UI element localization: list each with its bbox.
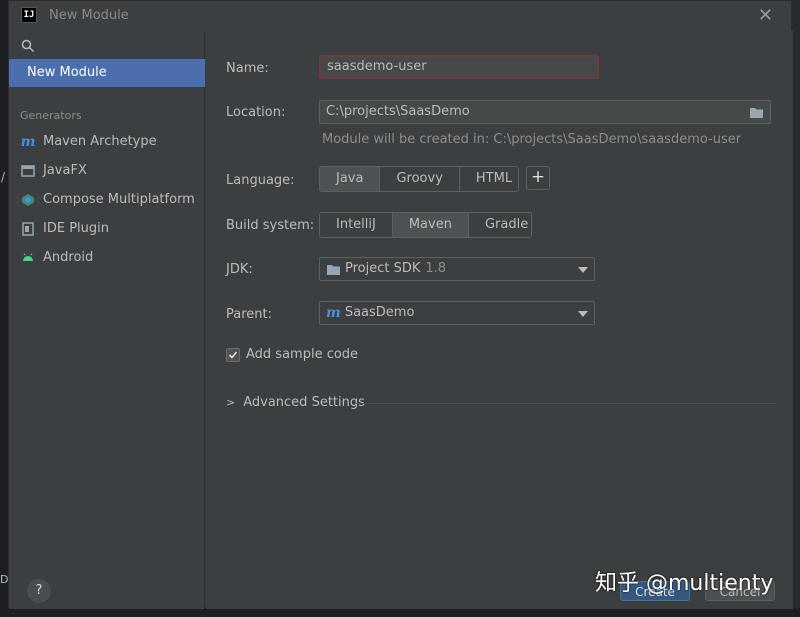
chevron-down-icon: [578, 311, 588, 317]
sidebar-item-ide-plugin[interactable]: IDE Plugin: [20, 218, 109, 240]
name-label: Name:: [226, 61, 269, 76]
folder-icon[interactable]: [749, 105, 764, 127]
advanced-settings-toggle[interactable]: > Advanced Settings: [226, 395, 365, 410]
jdk-dropdown[interactable]: Project SDK 1.8: [319, 257, 595, 281]
sidebar-item-android[interactable]: Android: [20, 247, 93, 269]
help-button[interactable]: ?: [27, 579, 51, 603]
language-option-html[interactable]: HTML: [459, 167, 518, 191]
sidebar-item-compose-multiplatform[interactable]: Compose Multiplatform: [20, 189, 195, 211]
watermark: 知乎 @multienty: [595, 571, 774, 596]
background-ide-strip: / D: [0, 0, 8, 617]
language-option-java[interactable]: Java: [320, 167, 381, 191]
language-label: Language:: [226, 173, 295, 188]
parent-dropdown[interactable]: m SaasDemo: [319, 301, 595, 325]
maven-icon: m: [20, 134, 36, 150]
name-input[interactable]: saasdemo-user: [319, 55, 599, 79]
advanced-settings-label: Advanced Settings: [243, 395, 365, 410]
android-icon: [20, 250, 36, 266]
jdk-value: Project SDK: [345, 261, 421, 276]
sidebar: New Module Generators m Maven Archetype …: [9, 31, 205, 609]
divider: [356, 403, 776, 404]
sidebar-item-label: IDE Plugin: [43, 221, 109, 236]
sidebar-item-new-module[interactable]: New Module: [9, 59, 205, 87]
folder-icon: [326, 263, 341, 276]
chevron-down-icon: [578, 267, 588, 273]
maven-icon: m: [326, 305, 341, 321]
language-selector: Java Groovy HTML: [319, 166, 519, 192]
search-icon: [21, 39, 35, 53]
intellij-icon: IJ: [21, 7, 37, 23]
location-value: C:\projects\SaasDemo: [326, 104, 470, 119]
module-form: Name: saasdemo-user Location: C:\project…: [206, 31, 793, 609]
location-input[interactable]: C:\projects\SaasDemo: [319, 100, 771, 124]
background-ide-bottom: [0, 608, 800, 617]
generators-header: Generators: [20, 109, 82, 122]
checkbox-box: [226, 347, 240, 362]
location-label: Location:: [226, 105, 286, 120]
new-module-dialog: IJ New Module ✕ New Module Generators m …: [8, 0, 793, 609]
add-sample-code-label: Add sample code: [246, 347, 359, 362]
title-bar: IJ New Module ✕: [9, 1, 791, 31]
parent-label: Parent:: [226, 307, 272, 322]
javafx-icon: [20, 163, 36, 179]
sidebar-item-label: Compose Multiplatform: [43, 192, 195, 207]
build-option-gradle[interactable]: Gradle: [468, 213, 531, 237]
window-title: New Module: [49, 8, 129, 23]
build-option-maven[interactable]: Maven: [392, 213, 469, 237]
ide-plugin-icon: [20, 221, 36, 237]
compose-icon: [20, 192, 36, 208]
search-field[interactable]: [17, 35, 197, 57]
chevron-right-icon: >: [226, 396, 236, 409]
sidebar-item-label: JavaFX: [43, 163, 87, 178]
sidebar-item-javafx[interactable]: JavaFX: [20, 160, 87, 182]
sidebar-item-label: Android: [43, 250, 94, 265]
add-sample-code-checkbox[interactable]: Add sample code: [226, 347, 358, 362]
sidebar-item-maven-archetype[interactable]: m Maven Archetype: [20, 131, 157, 153]
jdk-label: JDK:: [226, 262, 253, 277]
sidebar-item-label: Maven Archetype: [43, 134, 157, 149]
language-option-groovy[interactable]: Groovy: [380, 167, 460, 191]
build-system-selector: IntelliJ Maven Gradle: [319, 212, 532, 238]
add-language-button[interactable]: +: [526, 166, 550, 190]
jdk-version: 1.8: [425, 261, 447, 276]
location-hint: Module will be created in: C:\projects\S…: [322, 132, 742, 147]
check-icon: [228, 350, 238, 359]
build-system-label: Build system:: [226, 218, 315, 233]
build-option-intellij[interactable]: IntelliJ: [320, 213, 393, 237]
parent-value: SaasDemo: [344, 305, 415, 320]
close-icon[interactable]: ✕: [758, 5, 773, 26]
